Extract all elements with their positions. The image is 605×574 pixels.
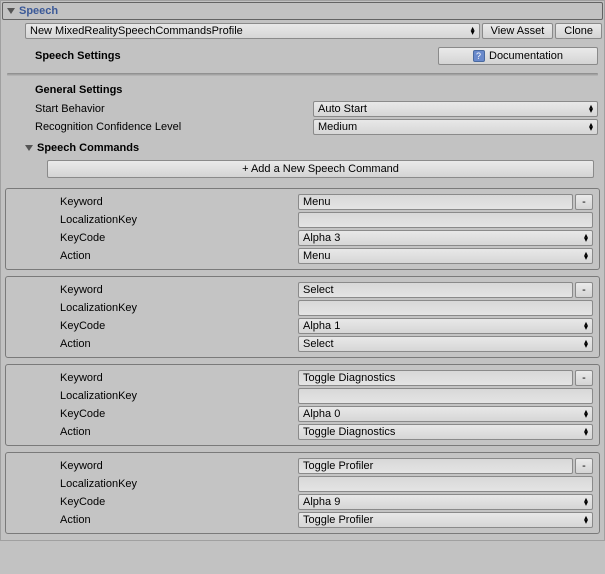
localizationkey-label: LocalizationKey <box>12 302 298 314</box>
start-behavior-dropdown[interactable]: Auto Start <box>313 101 598 117</box>
speech-command-card: Keyword Toggle Profiler - LocalizationKe… <box>5 452 600 534</box>
keycode-label: KeyCode <box>12 232 298 244</box>
keycode-label: KeyCode <box>12 320 298 332</box>
localizationkey-input[interactable] <box>298 476 593 492</box>
speech-command-card: Keyword Menu - LocalizationKey KeyCode A… <box>5 188 600 270</box>
keyword-label: Keyword <box>12 460 298 472</box>
remove-command-button[interactable]: - <box>575 282 593 298</box>
action-dropdown[interactable]: Select <box>298 336 593 352</box>
keyword-label: Keyword <box>12 196 298 208</box>
action-label: Action <box>12 250 298 262</box>
keyword-input[interactable]: Select <box>298 282 573 298</box>
speech-commands-heading: Speech Commands <box>37 142 139 154</box>
view-asset-button[interactable]: View Asset <box>482 23 554 39</box>
action-dropdown[interactable]: Menu <box>298 248 593 264</box>
keyword-label: Keyword <box>12 372 298 384</box>
keycode-dropdown[interactable]: Alpha 1 <box>298 318 593 334</box>
action-label: Action <box>12 338 298 350</box>
documentation-label: Documentation <box>489 50 563 62</box>
keyword-label: Keyword <box>12 284 298 296</box>
speech-command-card: Keyword Toggle Diagnostics - Localizatio… <box>5 364 600 446</box>
component-title: Speech <box>19 5 58 17</box>
profile-selector[interactable]: New MixedRealitySpeechCommandsProfile <box>25 23 480 39</box>
divider <box>7 73 598 76</box>
clone-button[interactable]: Clone <box>555 23 602 39</box>
action-label: Action <box>12 426 298 438</box>
remove-command-button[interactable]: - <box>575 194 593 210</box>
confidence-label: Recognition Confidence Level <box>35 121 313 133</box>
localizationkey-input[interactable] <box>298 300 593 316</box>
add-speech-command-button[interactable]: + Add a New Speech Command <box>47 160 594 178</box>
localizationkey-label: LocalizationKey <box>12 214 298 226</box>
documentation-button[interactable]: Documentation <box>438 47 598 65</box>
keyword-input[interactable]: Toggle Profiler <box>298 458 573 474</box>
foldout-arrow-icon <box>7 8 15 14</box>
remove-command-button[interactable]: - <box>575 370 593 386</box>
action-dropdown[interactable]: Toggle Diagnostics <box>298 424 593 440</box>
start-behavior-label: Start Behavior <box>35 103 313 115</box>
speech-command-card: Keyword Select - LocalizationKey KeyCode… <box>5 276 600 358</box>
keycode-label: KeyCode <box>12 496 298 508</box>
speech-commands-foldout[interactable]: Speech Commands <box>1 136 604 156</box>
keycode-dropdown[interactable]: Alpha 0 <box>298 406 593 422</box>
keyword-input[interactable]: Menu <box>298 194 573 210</box>
confidence-dropdown[interactable]: Medium <box>313 119 598 135</box>
component-header[interactable]: Speech <box>2 2 603 20</box>
foldout-arrow-icon <box>25 145 33 151</box>
action-label: Action <box>12 514 298 526</box>
remove-command-button[interactable]: - <box>575 458 593 474</box>
keyword-input[interactable]: Toggle Diagnostics <box>298 370 573 386</box>
settings-heading: Speech Settings <box>35 50 438 62</box>
localizationkey-label: LocalizationKey <box>12 478 298 490</box>
localizationkey-input[interactable] <box>298 212 593 228</box>
keycode-dropdown[interactable]: Alpha 9 <box>298 494 593 510</box>
help-icon <box>473 50 485 62</box>
general-settings-heading: General Settings <box>1 82 604 100</box>
keycode-dropdown[interactable]: Alpha 3 <box>298 230 593 246</box>
action-dropdown[interactable]: Toggle Profiler <box>298 512 593 528</box>
keycode-label: KeyCode <box>12 408 298 420</box>
localizationkey-label: LocalizationKey <box>12 390 298 402</box>
localizationkey-input[interactable] <box>298 388 593 404</box>
